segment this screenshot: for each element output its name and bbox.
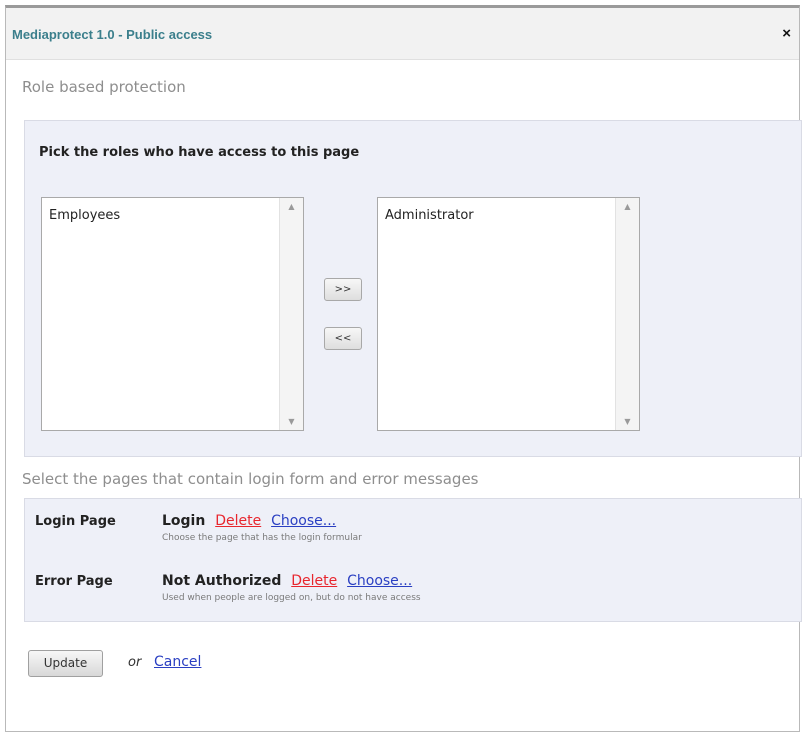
- error-page-hint: Used when people are logged on, but do n…: [162, 593, 421, 603]
- scroll-down-icon[interactable]: ▼: [280, 417, 303, 426]
- available-roles-listbox[interactable]: Employees ▲ ▼: [41, 197, 304, 431]
- cancel-link[interactable]: Cancel: [154, 654, 201, 670]
- error-page-row: Not Authorized Delete Choose...: [162, 573, 417, 589]
- login-delete-link[interactable]: Delete: [215, 513, 261, 529]
- login-page-row: Login Delete Choose...: [162, 513, 341, 529]
- roles-instruction: Pick the roles who have access to this p…: [39, 145, 360, 160]
- login-page-value: Login: [162, 513, 206, 529]
- error-delete-link[interactable]: Delete: [291, 573, 337, 589]
- roles-panel: Pick the roles who have access to this p…: [24, 120, 802, 457]
- login-page-label: Login Page: [35, 514, 116, 529]
- remove-role-button[interactable]: <<: [324, 327, 362, 350]
- login-choose-link[interactable]: Choose...: [271, 513, 336, 529]
- error-choose-link[interactable]: Choose...: [347, 573, 412, 589]
- dialog-titlebar: Mediaprotect 1.0 - Public access ×: [6, 8, 799, 60]
- list-item[interactable]: Employees: [49, 208, 120, 223]
- selected-roles-listbox[interactable]: Administrator ▲ ▼: [377, 197, 640, 431]
- or-text: or: [128, 655, 142, 670]
- login-page-hint: Choose the page that has the login formu…: [162, 533, 362, 543]
- list-item[interactable]: Administrator: [385, 208, 474, 223]
- scroll-up-icon[interactable]: ▲: [616, 202, 639, 211]
- pages-section-heading: Select the pages that contain login form…: [22, 470, 479, 488]
- pages-panel: Login Page Login Delete Choose... Choose…: [24, 498, 802, 622]
- scroll-up-icon[interactable]: ▲: [280, 202, 303, 211]
- close-icon[interactable]: ×: [782, 26, 791, 41]
- error-page-value: Not Authorized: [162, 573, 282, 589]
- selected-roles-scrollbar[interactable]: ▲ ▼: [615, 198, 639, 430]
- public-access-dialog: Mediaprotect 1.0 - Public access × Role …: [5, 5, 802, 732]
- available-roles-scrollbar[interactable]: ▲ ▼: [279, 198, 303, 430]
- dialog-title: Mediaprotect 1.0 - Public access: [12, 27, 213, 42]
- roles-section-heading: Role based protection: [22, 78, 186, 96]
- add-role-button[interactable]: >>: [324, 278, 362, 301]
- update-button[interactable]: Update: [28, 650, 103, 677]
- scroll-down-icon[interactable]: ▼: [616, 417, 639, 426]
- error-page-label: Error Page: [35, 574, 113, 589]
